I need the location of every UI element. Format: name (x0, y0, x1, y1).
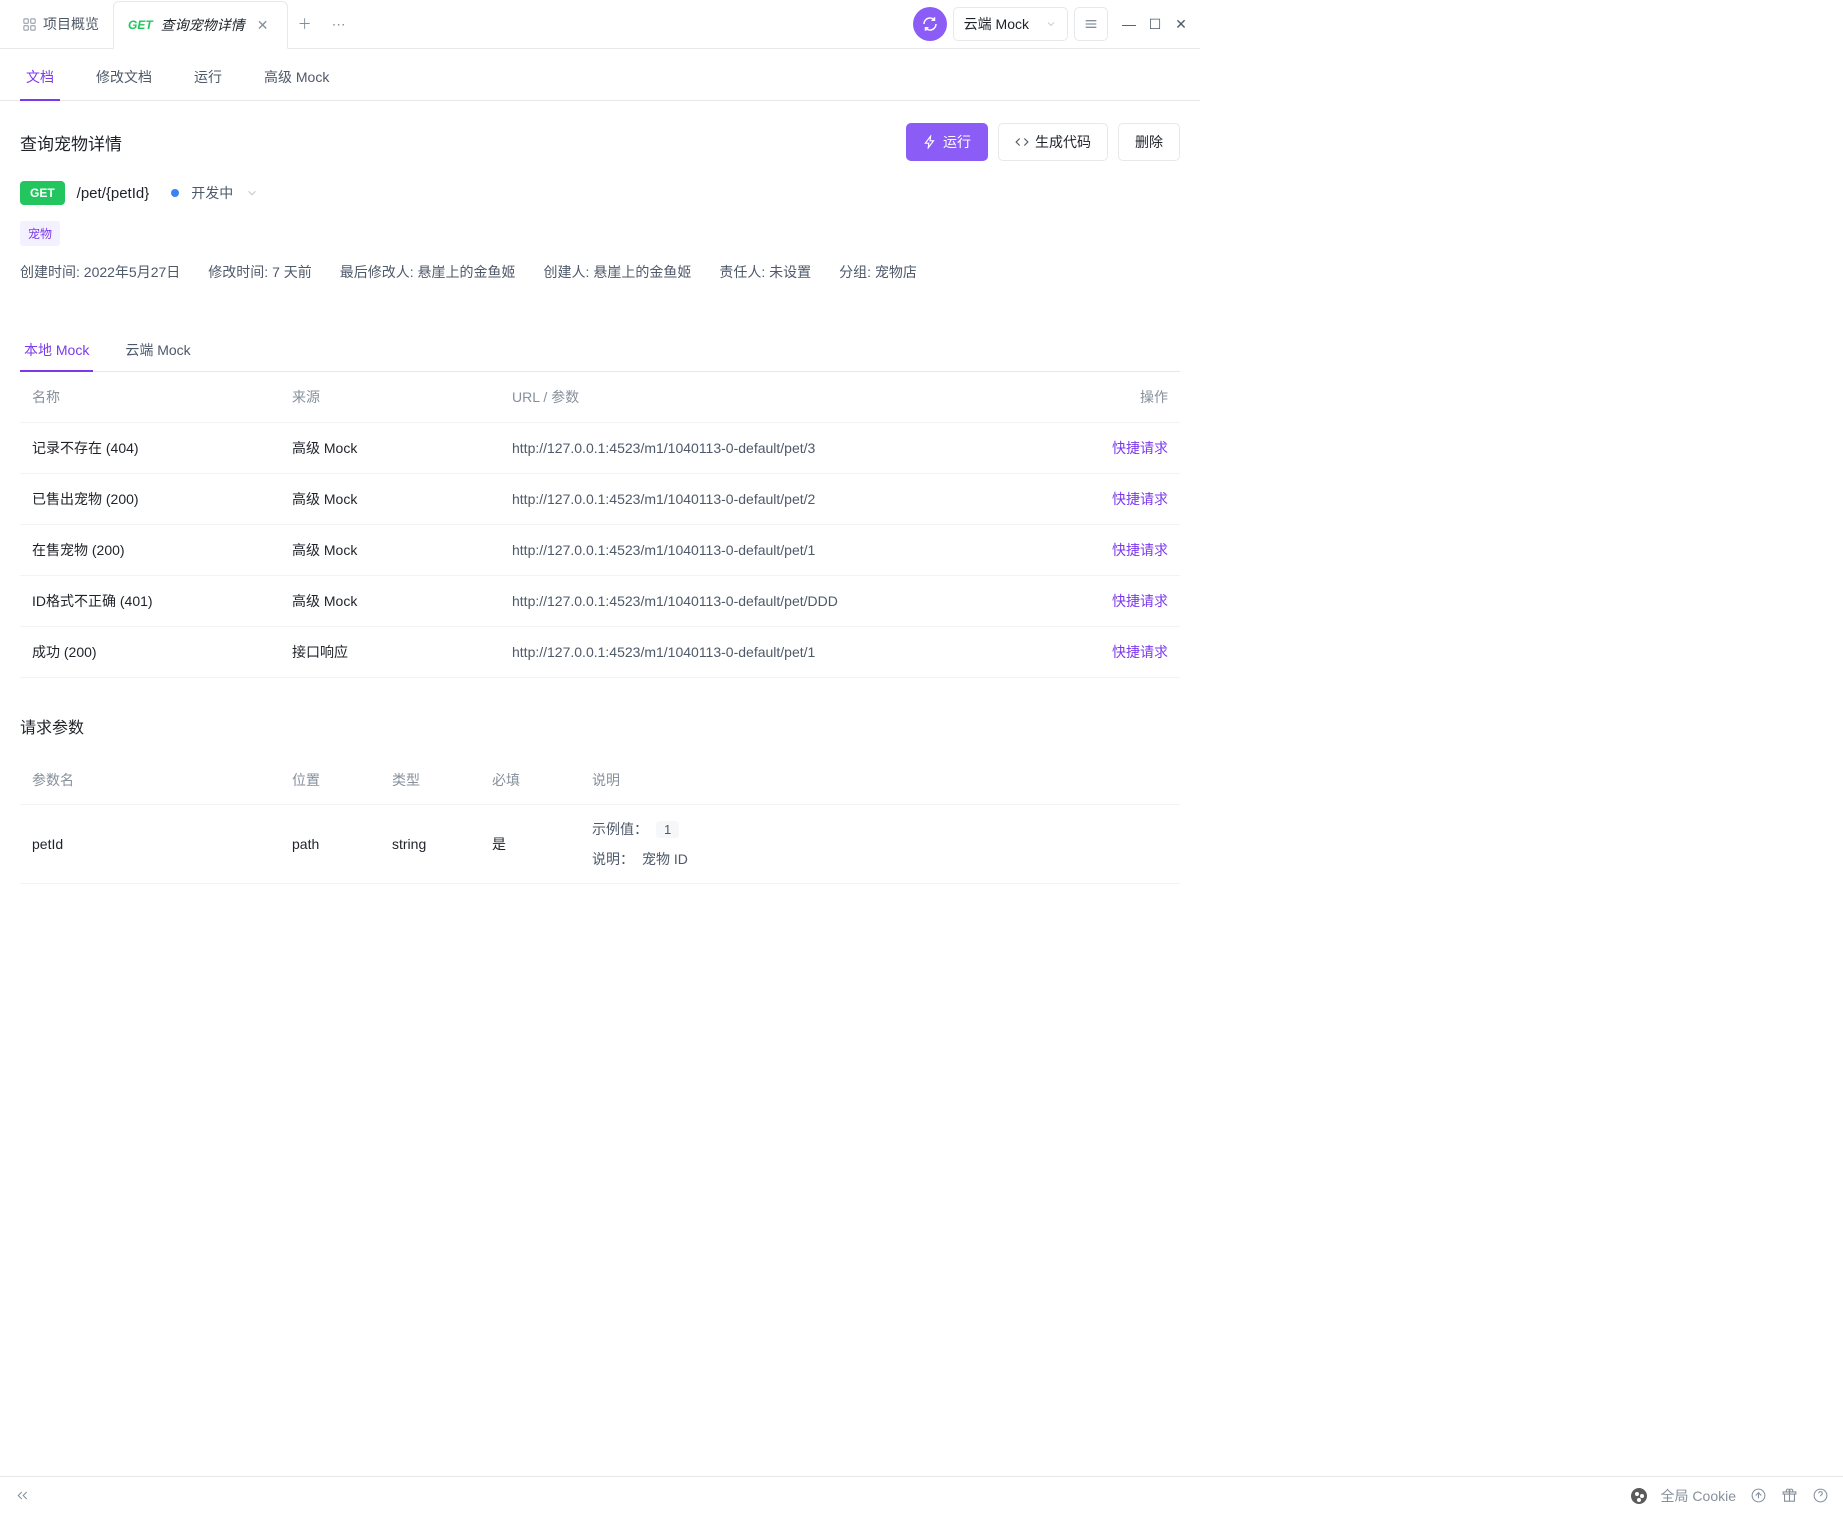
api-tag[interactable]: 宠物 (20, 221, 60, 246)
gift-icon[interactable] (1781, 1487, 1798, 1504)
param-type: string (392, 836, 492, 852)
meta-created: 创建时间: 2022年5月27日 (20, 262, 180, 282)
cell-url: http://127.0.0.1:4523/m1/1040113-0-defau… (512, 491, 1078, 507)
tab-local-mock[interactable]: 本地 Mock (20, 330, 93, 372)
meta-modified: 修改时间: 7 天前 (208, 262, 311, 282)
tab-run[interactable]: 运行 (188, 55, 228, 101)
param-name: petId (32, 836, 292, 852)
col-name: 名称 (32, 387, 292, 407)
param-required: 是 (492, 834, 592, 854)
cell-source: 高级 Mock (292, 591, 512, 611)
table-row: ID格式不正确 (401)高级 Mockhttp://127.0.0.1:452… (20, 576, 1180, 627)
chevron-down-icon[interactable] (245, 186, 259, 200)
status-dot-icon (171, 189, 179, 197)
environment-select[interactable]: 云端 Mock (953, 7, 1068, 41)
table-row: 记录不存在 (404)高级 Mockhttp://127.0.0.1:4523/… (20, 423, 1180, 474)
window-maximize[interactable]: ☐ (1144, 13, 1166, 35)
param-row: petId path string 是 示例值： 1 说明： 宠物 ID (20, 805, 1180, 884)
params-section-title: 请求参数 (20, 714, 1180, 738)
cell-source: 接口响应 (292, 642, 512, 662)
pcol-required: 必填 (492, 770, 592, 790)
desc-label: 说明： (592, 849, 634, 869)
cell-name: 记录不存在 (404) (32, 438, 292, 458)
window-close[interactable]: ✕ (1170, 13, 1192, 35)
tab-cloud-mock[interactable]: 云端 Mock (121, 330, 194, 372)
new-tab-button[interactable]: ＋ (288, 7, 322, 41)
col-source: 来源 (292, 387, 512, 407)
cell-url: http://127.0.0.1:4523/m1/1040113-0-defau… (512, 440, 1078, 456)
cookie-icon (1631, 1488, 1647, 1504)
sub-tab-bar: 文档 修改文档 运行 高级 Mock (0, 49, 1200, 101)
status-label: 开发中 (191, 183, 233, 203)
env-label: 云端 Mock (964, 14, 1029, 34)
meta-creator: 创建人: 悬崖上的金鱼姬 (544, 262, 692, 282)
code-icon (1015, 135, 1029, 149)
tab-method-badge: GET (128, 18, 153, 32)
delete-button[interactable]: 删除 (1118, 123, 1180, 161)
pcol-type: 类型 (392, 770, 492, 790)
cookie-label[interactable]: 全局 Cookie (1661, 1486, 1736, 1506)
meta-last-modifier: 最后修改人: 悬崖上的金鱼姬 (340, 262, 516, 282)
cell-name: 成功 (200) (32, 642, 292, 662)
close-icon[interactable]: ✕ (253, 15, 273, 35)
tab-advanced-mock[interactable]: 高级 Mock (258, 55, 335, 101)
api-title: 查询宠物详情 (20, 130, 122, 155)
quick-request-link[interactable]: 快捷请求 (1078, 591, 1168, 611)
upload-icon[interactable] (1750, 1487, 1767, 1504)
tab-title-label: 查询宠物详情 (161, 15, 245, 35)
example-label: 示例值： (592, 819, 648, 839)
method-badge: GET (20, 181, 65, 205)
settings-button[interactable] (1074, 7, 1108, 41)
cell-url: http://127.0.0.1:4523/m1/1040113-0-defau… (512, 593, 1078, 609)
table-row: 已售出宠物 (200)高级 Mockhttp://127.0.0.1:4523/… (20, 474, 1180, 525)
meta-owner: 责任人: 未设置 (719, 262, 811, 282)
menu-icon (1083, 16, 1099, 32)
cell-url: http://127.0.0.1:4523/m1/1040113-0-defau… (512, 542, 1078, 558)
desc-value: 宠物 ID (642, 849, 688, 869)
pcol-name: 参数名 (32, 770, 292, 790)
help-icon[interactable] (1812, 1487, 1829, 1504)
mock-table: 名称 来源 URL / 参数 操作 记录不存在 (404)高级 Mockhttp… (20, 372, 1180, 678)
window-minimize[interactable]: — (1118, 13, 1140, 35)
quick-request-link[interactable]: 快捷请求 (1078, 438, 1168, 458)
tab-api-detail[interactable]: GET 查询宠物详情 ✕ (113, 1, 288, 49)
lightning-icon (923, 135, 937, 149)
cell-url: http://127.0.0.1:4523/m1/1040113-0-defau… (512, 644, 1078, 660)
table-row: 在售宠物 (200)高级 Mockhttp://127.0.0.1:4523/m… (20, 525, 1180, 576)
quick-request-link[interactable]: 快捷请求 (1078, 489, 1168, 509)
quick-request-link[interactable]: 快捷请求 (1078, 642, 1168, 662)
meta-group: 分组: 宠物店 (839, 262, 917, 282)
api-path: /pet/{petId} (77, 185, 150, 202)
sync-button[interactable] (913, 7, 947, 41)
col-action: 操作 (1078, 387, 1168, 407)
example-value: 1 (656, 821, 679, 838)
param-location: path (292, 836, 392, 852)
more-icon[interactable]: ⋯ (322, 7, 356, 41)
refresh-icon (921, 15, 939, 33)
cell-source: 高级 Mock (292, 438, 512, 458)
pcol-location: 位置 (292, 770, 392, 790)
collapse-icon[interactable] (14, 1487, 31, 1504)
cell-source: 高级 Mock (292, 489, 512, 509)
chevron-down-icon (1045, 18, 1057, 30)
cell-name: ID格式不正确 (401) (32, 591, 292, 611)
run-button[interactable]: 运行 (906, 123, 988, 161)
quick-request-link[interactable]: 快捷请求 (1078, 540, 1168, 560)
pcol-desc: 说明 (592, 770, 1168, 790)
tab-edit-doc[interactable]: 修改文档 (90, 55, 158, 101)
tab-doc[interactable]: 文档 (20, 55, 60, 101)
cell-source: 高级 Mock (292, 540, 512, 560)
generate-code-button[interactable]: 生成代码 (998, 123, 1108, 161)
cell-name: 在售宠物 (200) (32, 540, 292, 560)
tab-project-overview[interactable]: 项目概览 (8, 0, 113, 48)
grid-icon (22, 17, 37, 32)
tab-overview-label: 项目概览 (43, 14, 99, 34)
table-row: 成功 (200)接口响应http://127.0.0.1:4523/m1/104… (20, 627, 1180, 678)
col-url: URL / 参数 (512, 387, 1078, 407)
cell-name: 已售出宠物 (200) (32, 489, 292, 509)
